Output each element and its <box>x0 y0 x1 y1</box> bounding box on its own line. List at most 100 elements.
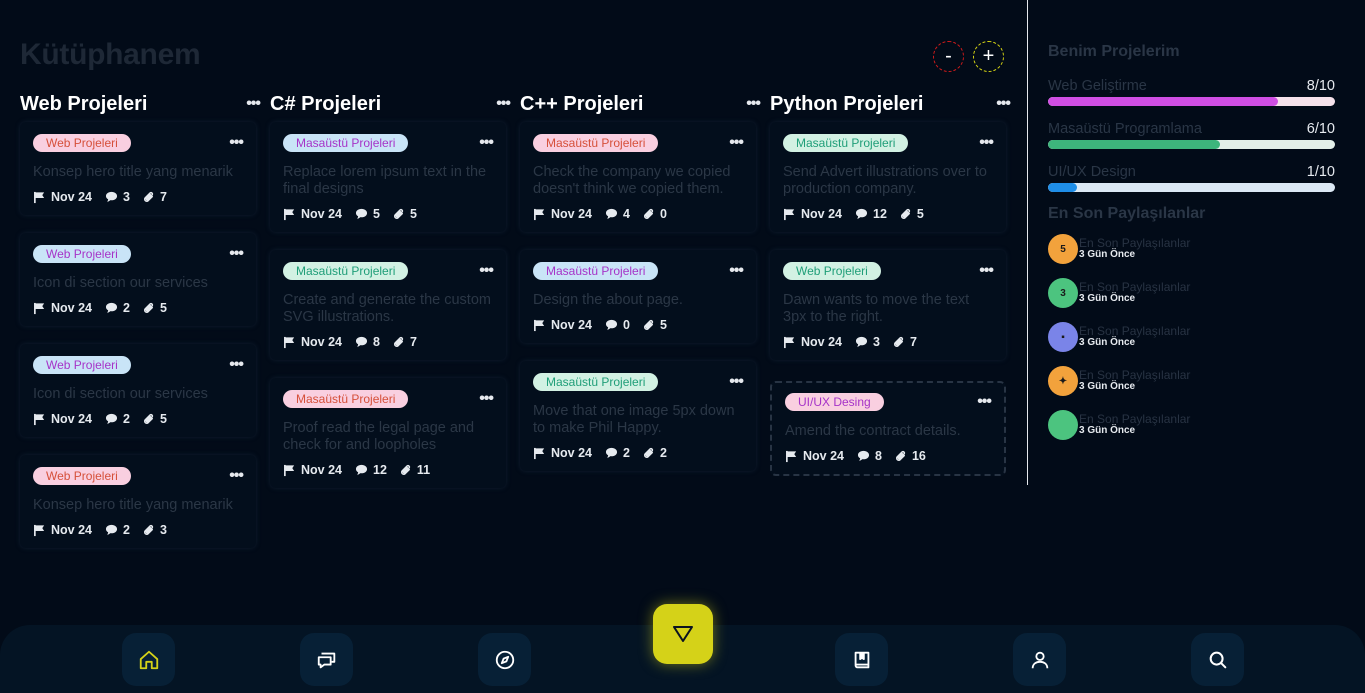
card-attachments: 7 <box>159 190 167 204</box>
column-1: C# Projeleri ••• Masaüstü Projeleri ••• Repl… <box>270 90 511 488</box>
card-menu-icon[interactable]: ••• <box>729 135 744 151</box>
task-card[interactable]: UI/UX Desing ••• Amend the contract detail… <box>770 381 1006 476</box>
card-comments: 2 <box>123 523 130 537</box>
shared-item[interactable]: 5 En Son Paylaşılanlar 3 Gün Önce <box>1048 234 1190 264</box>
card-attachments: 11 <box>416 463 431 477</box>
shared-time: 3 Gün Önce <box>1079 249 1136 260</box>
card-date: Nov 24 <box>801 335 842 349</box>
card-menu-icon[interactable]: ••• <box>729 263 744 279</box>
card-text: Icon di section our services <box>33 275 208 291</box>
shared-title: En Son Paylaşılanlar <box>1079 368 1191 382</box>
center-action-button[interactable] <box>653 604 713 664</box>
flag-icon <box>784 208 795 220</box>
card-menu-icon[interactable]: ••• <box>229 246 244 262</box>
card-menu-icon[interactable]: ••• <box>479 391 494 407</box>
nav-home-button[interactable] <box>122 633 175 686</box>
shared-item[interactable]: ▪ En Son Paylaşılanlar 3 Gün Önce <box>1048 322 1190 352</box>
attachment-icon <box>143 413 154 424</box>
card-tag: Masaüstü Projeleri <box>283 390 409 408</box>
column-title: C# Projeleri <box>270 92 382 115</box>
card-text: Create and generate the custom SVG illus… <box>283 292 491 325</box>
card-menu-icon[interactable]: ••• <box>729 374 744 390</box>
card-menu-icon[interactable]: ••• <box>979 263 994 279</box>
column-menu-icon[interactable]: ••• <box>496 96 511 112</box>
card-tag: Web Projeleri <box>33 245 131 263</box>
shared-title: En Son Paylaşılanlar <box>1079 236 1191 250</box>
card-menu-icon[interactable]: ••• <box>479 263 494 279</box>
task-card[interactable]: Masaüstü Projeleri ••• Send Advert illustr… <box>770 122 1006 232</box>
column-menu-icon[interactable]: ••• <box>996 96 1011 112</box>
comment-icon <box>855 336 868 348</box>
card-tag: Masaüstü Projeleri <box>283 262 409 280</box>
card-meta: Nov 24 5 5 <box>283 206 493 222</box>
card-date: Nov 24 <box>301 463 342 477</box>
card-text: Amend the contract details. <box>785 423 961 439</box>
task-card[interactable]: Web Projeleri ••• Konsep hero title yang m… <box>20 122 256 215</box>
nav-explore-button[interactable] <box>478 633 531 686</box>
task-card[interactable]: Masaüstü Projeleri ••• Design the about pa… <box>520 250 756 343</box>
card-tag: UI/UX Desing <box>785 393 884 411</box>
card-comments: 3 <box>123 190 130 204</box>
flag-icon <box>34 302 45 314</box>
project-progress: Web Geliştirme 8/10 <box>1048 78 1335 106</box>
zoom-in-button[interactable]: + <box>973 41 1004 72</box>
nav-library-button[interactable] <box>835 633 888 686</box>
column-menu-icon[interactable]: ••• <box>246 96 261 112</box>
column-header: Python Projeleri ••• <box>770 90 1011 118</box>
flag-icon <box>534 447 545 459</box>
comment-icon <box>355 464 368 476</box>
task-card[interactable]: Masaüstü Projeleri ••• Move that one image… <box>520 361 756 471</box>
column-0: Web Projeleri ••• Web Projeleri ••• Konsep h… <box>20 90 261 548</box>
shared-time: 3 Gün Önce <box>1079 381 1136 392</box>
attachment-icon <box>900 208 910 219</box>
nav-chat-button[interactable] <box>300 633 353 686</box>
card-attachments: 2 <box>659 446 667 460</box>
shared-item[interactable]: 3 En Son Paylaşılanlar 3 Gün Önce <box>1048 278 1190 308</box>
column-menu-icon[interactable]: ••• <box>746 96 761 112</box>
nav-profile-button[interactable] <box>1013 633 1066 686</box>
shared-item[interactable]: En Son Paylaşılanlar 3 Gün Önce <box>1048 410 1190 440</box>
card-menu-icon[interactable]: ••• <box>977 394 992 410</box>
task-card[interactable]: Masaüstü Projeleri ••• Check the company w… <box>520 122 756 232</box>
flag-icon <box>284 336 295 348</box>
nav-search-button[interactable] <box>1191 633 1244 686</box>
shared-item[interactable]: ✦ En Son Paylaşılanlar 3 Gün Önce <box>1048 366 1190 396</box>
attachment-icon <box>643 208 654 219</box>
project-name: UI/UX Design <box>1048 164 1136 180</box>
shared-title: En Son Paylaşılanlar <box>1079 324 1191 338</box>
task-card[interactable]: Web Projeleri ••• Konsep hero title yang m… <box>20 455 256 548</box>
card-text: Design the about page. <box>533 292 683 308</box>
card-menu-icon[interactable]: ••• <box>229 468 244 484</box>
card-text: Check the company we copied doesn't thin… <box>533 164 731 197</box>
card-menu-icon[interactable]: ••• <box>229 135 244 151</box>
progress-fill <box>1048 97 1278 106</box>
card-meta: Nov 24 8 7 <box>283 334 493 350</box>
project-value: 1/10 <box>1306 164 1335 180</box>
card-tag: Masaüstü Projeleri <box>533 262 659 280</box>
card-text: Konsep hero title yang menarik <box>33 164 233 180</box>
attachment-icon <box>393 336 404 347</box>
card-comments: 12 <box>873 207 887 221</box>
projects-heading: Benim Projelerim <box>1048 43 1180 60</box>
card-comments: 8 <box>373 335 380 349</box>
card-attachments: 5 <box>159 412 167 426</box>
column-2: C++ Projeleri ••• Masaüstü Projeleri ••• Che… <box>520 90 761 471</box>
task-card[interactable]: Web Projeleri ••• Icon di section our serv… <box>20 344 256 437</box>
card-text: Send Advert illustrations over to produc… <box>783 164 987 197</box>
zoom-out-button[interactable]: - <box>933 41 964 72</box>
task-card[interactable]: Web Projeleri ••• Dawn wants to move the t… <box>770 250 1006 360</box>
task-card[interactable]: Masaüstü Projeleri ••• Replace lorem ipsum… <box>270 122 506 232</box>
project-progress: Masaüstü Programlama 6/10 <box>1048 121 1335 149</box>
card-menu-icon[interactable]: ••• <box>979 135 994 151</box>
column-header: Web Projeleri ••• <box>20 90 261 118</box>
card-date: Nov 24 <box>551 318 592 332</box>
card-menu-icon[interactable]: ••• <box>479 135 494 151</box>
task-card[interactable]: Web Projeleri ••• Icon di section our serv… <box>20 233 256 326</box>
card-comments: 0 <box>623 318 630 332</box>
card-date: Nov 24 <box>551 207 592 221</box>
card-menu-icon[interactable]: ••• <box>229 357 244 373</box>
task-card[interactable]: Masaüstü Projeleri ••• Create and generate… <box>270 250 506 360</box>
card-tag: Masaüstü Projeleri <box>533 134 659 152</box>
card-date: Nov 24 <box>551 446 592 460</box>
task-card[interactable]: Masaüstü Projeleri ••• Proof read the lega… <box>270 378 506 488</box>
